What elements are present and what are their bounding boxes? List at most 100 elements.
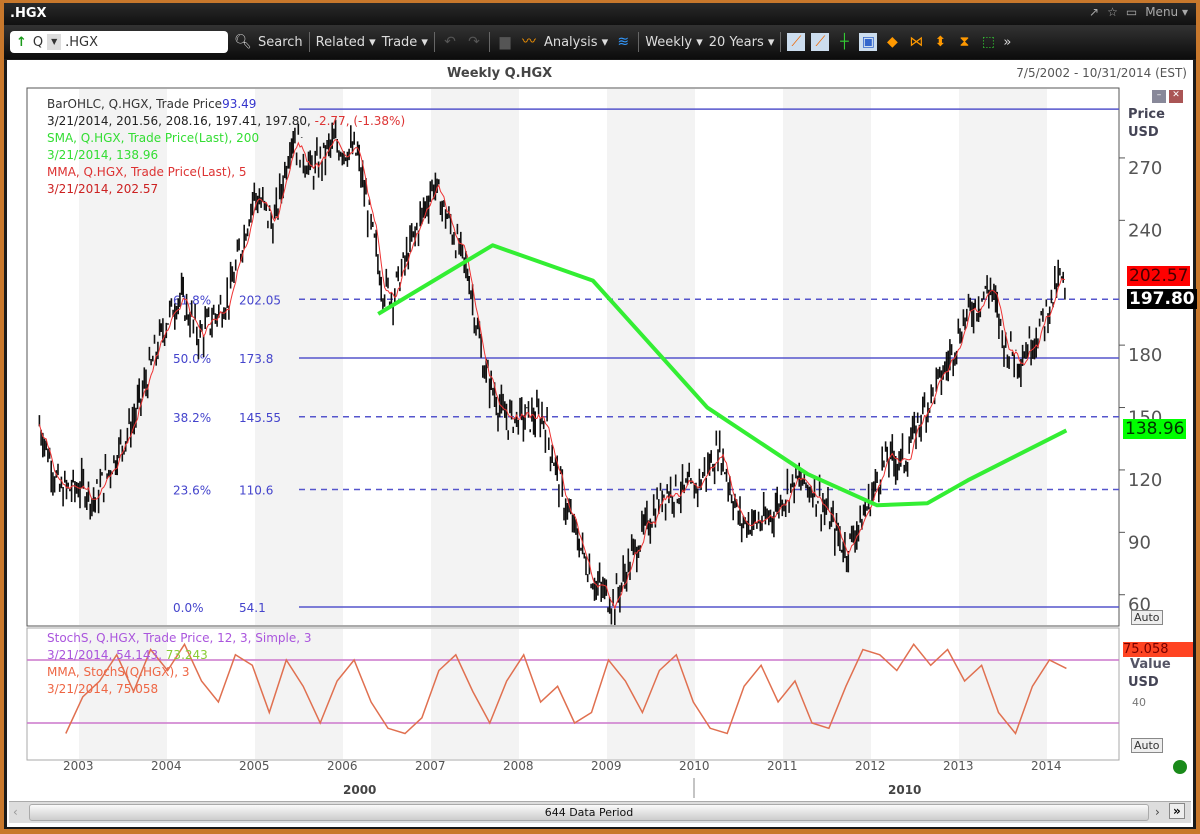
- bar-legend: BarOHLC, Q.HGX, Trade Price: [47, 97, 223, 111]
- chart-area[interactable]: 6090120150180240270400.0%54.123.6%110.63…: [7, 60, 1197, 827]
- year-label: 2005: [239, 759, 270, 773]
- y-tick-label: 270: [1128, 158, 1162, 179]
- year-label: 2003: [63, 759, 94, 773]
- title-bar: .HGX ↗ ☆ ▭ Menu ▾: [4, 3, 1196, 25]
- year-label: 2008: [503, 759, 534, 773]
- stoch-label: StochS, Q.HGX, Trade Price, 12, 3, Simpl…: [47, 631, 312, 645]
- scroll-end-icon[interactable]: »: [1169, 803, 1185, 819]
- scroll-right-icon[interactable]: ›: [1155, 805, 1160, 819]
- shrink-vertical-icon[interactable]: ⧗: [955, 33, 973, 51]
- maximize-icon[interactable]: ▭: [1126, 5, 1137, 19]
- pin-icon[interactable]: ☆: [1107, 5, 1118, 19]
- fib-value: 110.6: [239, 483, 273, 497]
- sma-legend: SMA, Q.HGX, Trade Price(Last), 200: [47, 131, 260, 145]
- stoch-axis-title: Value: [1130, 657, 1171, 672]
- y-tick-label: 120: [1128, 470, 1162, 491]
- select-icon[interactable]: ⬚: [979, 33, 997, 51]
- sma-values: 3/21/2014, 138.96: [47, 148, 159, 162]
- stoch-auto-button[interactable]: Auto: [1131, 738, 1163, 753]
- fib-value: 202.05: [239, 293, 281, 307]
- fib-pct: 38.2%: [173, 411, 211, 425]
- year-band: [959, 629, 1047, 759]
- analysis-icon: 〰: [521, 34, 536, 50]
- last-price-badge: 197.80: [1127, 289, 1197, 309]
- status-indicator-icon: [1173, 760, 1187, 774]
- price-axis-unit: USD: [1128, 125, 1159, 140]
- related-menu[interactable]: Related ▾: [316, 35, 376, 50]
- year-label: 2004: [151, 759, 182, 773]
- fib-value: 173.8: [239, 352, 273, 366]
- scrollbar[interactable]: ‹ 644 Data Period › »: [9, 801, 1191, 823]
- year-label: 2013: [943, 759, 974, 773]
- symbol-input[interactable]: ↑ Q ▼ .HGX: [10, 31, 228, 53]
- close-panel-icon[interactable]: ✕: [1169, 90, 1183, 103]
- year-band: [783, 629, 871, 759]
- stoch-values: 3/21/2014, 54.143,: [47, 648, 162, 662]
- interval-select[interactable]: Weekly ▾: [645, 35, 703, 50]
- zoom-vertical-icon[interactable]: ⬍: [931, 33, 949, 51]
- date-range: 7/5/2002 - 10/31/2014 (EST): [1016, 66, 1187, 80]
- chart-title: Weekly Q.HGX: [447, 66, 553, 81]
- year-band: [431, 89, 519, 625]
- snapshot-icon[interactable]: ▣: [859, 33, 878, 51]
- more-button[interactable]: »: [1003, 35, 1011, 50]
- year-label: 2012: [855, 759, 886, 773]
- year-band: [607, 89, 695, 625]
- bar-change: -2.77, (-1.38%): [314, 114, 406, 128]
- up-arrow-icon: ↑: [16, 34, 27, 50]
- top-level: 93.49: [222, 97, 257, 111]
- bar-values: 3/21/2014, 201.56, 208.16, 197.41, 197.8…: [47, 114, 311, 128]
- zoom-horizontal-icon[interactable]: ◆: [883, 33, 901, 51]
- year-label: 2007: [415, 759, 446, 773]
- year-band: [607, 629, 695, 759]
- symbol-prefix: Q: [32, 34, 44, 50]
- window-title: .HGX: [10, 6, 47, 21]
- scroll-thumb[interactable]: 644 Data Period: [29, 804, 1149, 821]
- crosshair-icon[interactable]: ┼: [835, 33, 853, 51]
- popout-icon[interactable]: ↗: [1089, 5, 1099, 19]
- trade-menu[interactable]: Trade ▾: [382, 35, 428, 50]
- fib-value: 54.1: [239, 601, 266, 615]
- fib-pct: 50.0%: [173, 352, 211, 366]
- year-label: 2006: [327, 759, 358, 773]
- redo-icon[interactable]: ↷: [465, 33, 483, 51]
- mma-values: 3/21/2014, 202.57: [47, 182, 159, 196]
- folder-icon[interactable]: ▆: [496, 33, 514, 51]
- range-select[interactable]: 20 Years ▾: [709, 35, 775, 50]
- search-button[interactable]: Search: [258, 35, 303, 50]
- decade-label: 2000: [343, 783, 377, 797]
- analysis-menu[interactable]: Analysis ▾: [544, 35, 608, 50]
- fib-pct: 23.6%: [173, 483, 211, 497]
- price-auto-button[interactable]: Auto: [1131, 610, 1163, 625]
- menu-button[interactable]: Menu ▾: [1145, 5, 1188, 19]
- shrink-horizontal-icon[interactable]: ⋈: [907, 33, 925, 51]
- price-legend: BarOHLC, Q.HGX, Trade Price93.49 3/21/20…: [47, 96, 405, 198]
- stoch-axis-unit: USD: [1128, 675, 1159, 690]
- price-axis-title: Price: [1128, 107, 1165, 122]
- fib-pct: 0.0%: [173, 601, 204, 615]
- compare-chart-icon[interactable]: ⟋: [811, 33, 830, 51]
- year-label: 2009: [591, 759, 622, 773]
- stoch-mma-label: MMA, StochS(Q.HGX), 3: [47, 665, 190, 679]
- search-icon[interactable]: 🔍︎: [234, 33, 252, 51]
- fib-value: 145.55: [239, 411, 281, 425]
- mma-price-badge: 202.57: [1127, 266, 1191, 286]
- y-tick-label: 180: [1128, 345, 1162, 366]
- studies-icon[interactable]: ≋: [614, 33, 632, 51]
- symbol-value: .HGX: [65, 34, 99, 50]
- y-tick-label: 240: [1128, 220, 1162, 241]
- decade-label: 2010: [888, 783, 922, 797]
- prefix-dropdown[interactable]: ▼: [47, 34, 62, 50]
- scroll-left-icon[interactable]: ‹: [13, 805, 18, 819]
- stoch-mma-values: 3/21/2014, 75.058: [47, 682, 159, 696]
- minimize-panel-icon[interactable]: –: [1152, 90, 1166, 103]
- line-chart-icon[interactable]: ⟋: [787, 33, 806, 51]
- stoch-legend: StochS, Q.HGX, Trade Price, 12, 3, Simpl…: [47, 630, 312, 698]
- mma-legend: MMA, Q.HGX, Trade Price(Last), 5: [47, 165, 247, 179]
- year-band: [783, 89, 871, 625]
- stoch-tick-label: 40: [1132, 696, 1146, 709]
- undo-icon[interactable]: ↶: [441, 33, 459, 51]
- stoch-k: 73.243: [165, 648, 208, 662]
- y-tick-label: 90: [1128, 532, 1151, 553]
- sma-price-badge: 138.96: [1123, 419, 1187, 439]
